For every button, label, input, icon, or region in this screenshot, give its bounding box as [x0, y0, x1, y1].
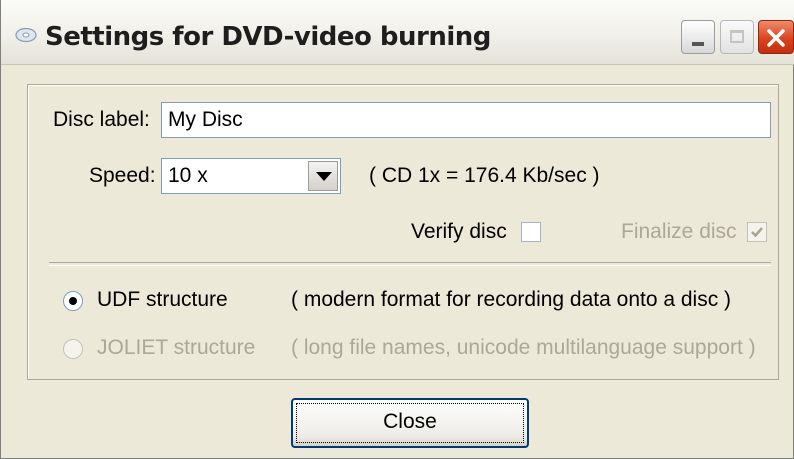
joliet-structure-description: ( long file names, unicode multilanguage…	[291, 336, 756, 359]
udf-structure-description: ( modern format for recording data onto …	[291, 288, 732, 311]
speed-select[interactable]: 10 x	[161, 158, 341, 194]
verify-disc-label: Verify disc	[411, 220, 507, 243]
finalize-disc-label: Finalize disc	[621, 220, 737, 243]
chevron-down-icon[interactable]	[308, 161, 338, 191]
joliet-structure-radio[interactable]	[63, 339, 83, 359]
close-icon	[767, 29, 785, 47]
close-window-button[interactable]	[758, 20, 794, 54]
verify-disc-checkbox[interactable]	[521, 222, 541, 242]
speed-value: 10 x	[168, 164, 208, 187]
speed-caption: Speed:	[89, 164, 156, 187]
udf-structure-radio[interactable]	[63, 291, 83, 311]
udf-structure-label[interactable]: UDF structure	[97, 288, 228, 312]
joliet-structure-label[interactable]: JOLIET structure	[97, 336, 255, 360]
disc-icon	[15, 27, 37, 43]
minimize-button[interactable]	[681, 20, 715, 54]
window-title: Settings for DVD-video burning	[45, 22, 491, 52]
radio-selected-dot	[69, 297, 77, 305]
close-button-label: Close	[383, 410, 437, 433]
speed-note: ( CD 1x = 176.4 Kb/sec )	[369, 164, 600, 187]
disc-label-caption: Disc label:	[53, 108, 150, 131]
finalize-disc-checkbox[interactable]	[747, 222, 767, 242]
check-icon	[751, 227, 763, 238]
title-bar[interactable]: Settings for DVD-video burning	[1, 0, 794, 65]
maximize-button[interactable]	[720, 20, 754, 54]
close-button[interactable]: Close	[291, 398, 529, 448]
settings-dialog: Settings for DVD-video burning Disc labe…	[0, 0, 794, 459]
disc-label-field[interactable]	[161, 102, 771, 138]
divider	[49, 262, 771, 266]
